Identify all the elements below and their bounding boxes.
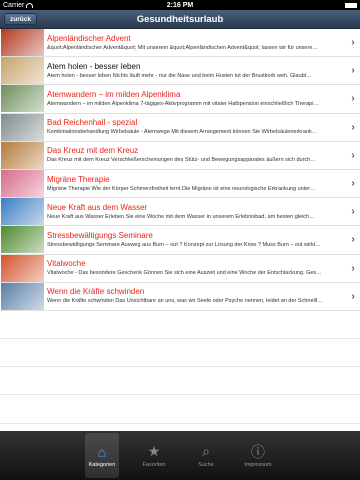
item-title: Bad Reichenhall - spezial [47,118,138,128]
chevron-right-icon: › [351,262,355,274]
item-thumbnail [1,85,44,113]
tab-favoriten[interactable]: ★ Favoriten [137,433,171,478]
offer-list[interactable]: Alpenländischer Advent &quot;Alpenländisc… [0,29,360,431]
item-description: Atem holen - besser leben Nichts läuft m… [47,72,312,79]
back-button[interactable]: zurück [4,13,37,25]
item-description: Atemwandern – im milden Alpenklima 7-täg… [47,100,319,107]
status-time: 2:16 PM [166,1,194,9]
battery-icon [345,2,357,8]
item-title: Vitalwoche [47,259,86,269]
navigation-bar: zurück Gesundheitsurlaub [0,10,360,29]
chevron-right-icon: › [351,65,355,77]
tab-bar: ⌂ Kategorien ★ Favoriten ⌕ Suche ⓘ Impressum [0,431,360,480]
item-description: Vitalwoche - Das besondere Geschenk Gönn… [47,270,322,277]
item-thumbnail [1,254,44,282]
item-thumbnail [1,198,44,226]
list-item[interactable]: Migräne Therapie Migräne Therapie Wie der… [0,170,360,199]
item-description: Migräne Therapie Wie der Körper Schmerzf… [47,185,316,192]
empty-row [0,311,360,340]
status-bar: Carrier 2:16 PM [0,0,360,10]
item-thumbnail [1,141,44,169]
chevron-right-icon: › [351,178,355,190]
list-item[interactable]: Vitalwoche Vitalwoche - Das besondere Ges… [0,254,360,283]
item-description: &quot;Alpenländischer Advent&quot; Mit u… [47,44,318,51]
house-icon: ⌂ [97,443,107,460]
chevron-right-icon: › [351,37,355,49]
item-description: Stressbewältigungs Seminare Ausweg aus B… [47,241,321,248]
item-thumbnail [1,57,44,85]
item-title: Atem holen - besser leben [47,61,141,71]
list-item[interactable]: Stressbewältigungs Seminare Stressbewälti… [0,226,360,255]
item-thumbnail [1,170,44,198]
item-title: Alpenländischer Advent [47,33,131,43]
item-thumbnail [1,226,44,254]
item-title: Das Kreuz mit dem Kreuz [47,146,139,156]
item-title: Stressbewältigungs Seminare [47,230,153,240]
list-item[interactable]: Atem holen - besser leben Atem holen - be… [0,57,360,86]
list-item[interactable]: Atemwandern – im milden Alpenklima Atemwa… [0,85,360,114]
list-item[interactable]: Bad Reichenhall - spezial Kombinationsbeh… [0,113,360,142]
info-icon: ⓘ [251,443,265,460]
tab-kategorien[interactable]: ⌂ Kategorien [85,433,119,478]
item-thumbnail [1,282,44,310]
carrier: Carrier [3,2,121,9]
item-title: Neue Kraft aus dem Wasser [47,202,148,212]
item-title: Atemwandern – im milden Alpenklima [47,89,181,99]
tab-suche[interactable]: ⌕ Suche [189,433,223,478]
item-thumbnail [1,29,44,57]
page-title: Gesundheitsurlaub [136,13,224,25]
tab-label: Suche [198,461,214,468]
empty-row [0,339,360,368]
list-item[interactable]: Alpenländischer Advent &quot;Alpenländisc… [0,29,360,58]
empty-row [0,367,360,396]
carrier-label: Carrier [3,1,25,9]
list-item[interactable]: Das Kreuz mit dem Kreuz Das Kreuz mit dem… [0,141,360,170]
item-description: Wenn die Kräfte schwinden Das Unsichtbar… [47,298,323,305]
list-item[interactable]: Wenn die Kräfte schwinden Wenn die Kräfte… [0,282,360,311]
tab-label: Impressum [244,461,272,468]
item-title: Wenn die Kräfte schwinden [47,287,145,297]
item-description: Das Kreuz mit dem Kreuz Verschleißersche… [47,157,316,164]
magnifier-icon: ⌕ [202,443,210,459]
chevron-right-icon: › [351,234,355,246]
star-icon: ★ [147,443,161,459]
item-description: Kombinationsbehandlung Wirbelsäule - Ate… [47,129,318,136]
chevron-right-icon: › [351,290,355,302]
tab-impressum[interactable]: ⓘ Impressum [241,433,275,478]
tab-label: Favoriten [142,461,166,468]
chevron-right-icon: › [351,206,355,218]
item-description: Neue Kraft aus Wasser Erleben Sie eine W… [47,213,315,220]
chevron-right-icon: › [351,121,355,133]
item-thumbnail [1,113,44,141]
chevron-right-icon: › [351,149,355,161]
item-title: Migräne Therapie [47,174,110,184]
wifi-icon [26,2,34,8]
tab-label: Kategorien [88,461,116,468]
list-item[interactable]: Neue Kraft aus dem Wasser Neue Kraft aus … [0,198,360,227]
chevron-right-icon: › [351,93,355,105]
empty-row [0,395,360,424]
